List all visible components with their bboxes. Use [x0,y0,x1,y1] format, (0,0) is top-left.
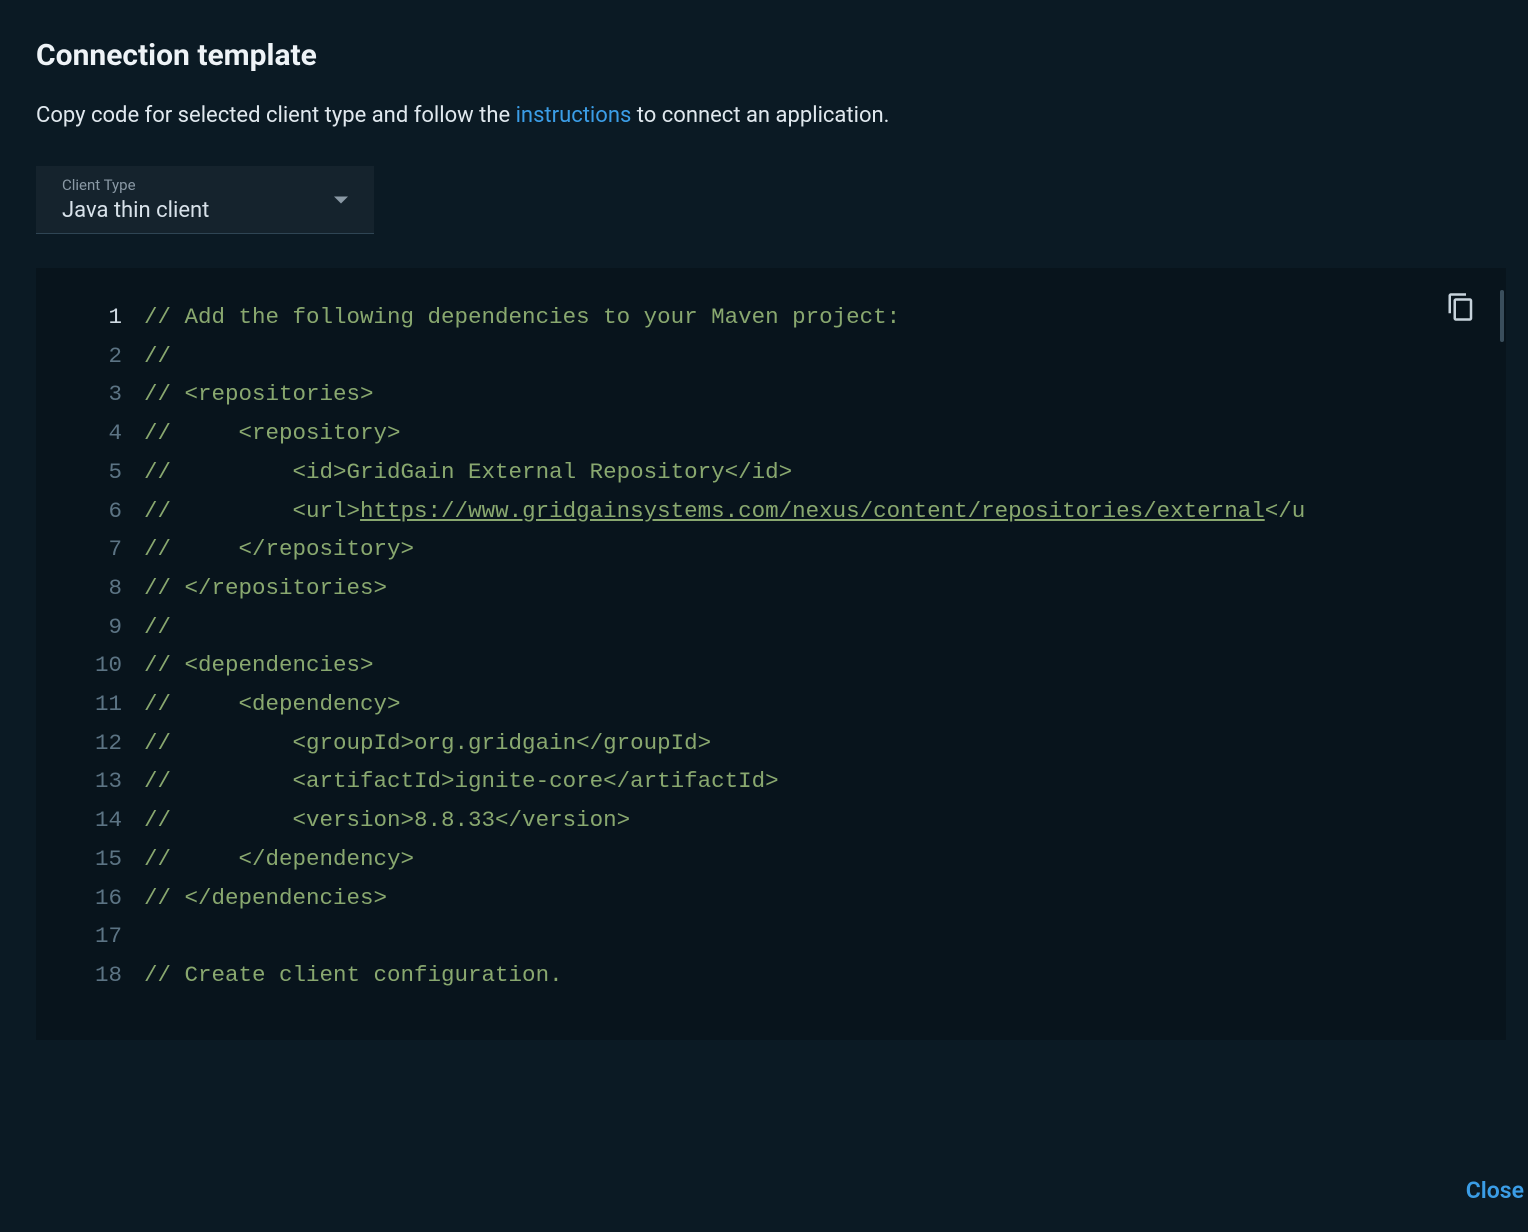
code-line: 2// [36,337,1506,376]
line-number: 11 [36,685,144,724]
line-content: // [144,608,171,647]
line-content: // <id>GridGain External Repository</id> [144,453,792,492]
scrollbar-vertical[interactable] [1500,290,1504,342]
instructions-link[interactable]: instructions [516,103,632,128]
subtitle-text-post: to connect an application. [631,103,889,128]
client-type-value: Java thin client [62,198,356,223]
code-line: 9// [36,608,1506,647]
line-number: 9 [36,608,144,647]
code-line: 18// Create client configuration. [36,956,1506,995]
line-number: 16 [36,879,144,918]
copy-icon [1446,292,1476,322]
line-content: // <url>https://www.gridgainsystems.com/… [144,492,1305,531]
line-content: // </repositories> [144,569,387,608]
line-number: 15 [36,840,144,879]
line-content: // <artifactId>ignite-core</artifactId> [144,762,779,801]
dialog-title: Connection template [36,38,1528,73]
code-line: 8// </repositories> [36,569,1506,608]
line-number: 14 [36,801,144,840]
code-lines-container: 1// Add the following dependencies to yo… [36,298,1506,995]
line-number: 17 [36,917,144,956]
line-number: 18 [36,956,144,995]
code-line: 14// <version>8.8.33</version> [36,801,1506,840]
code-line: 17 [36,917,1506,956]
line-number: 1 [36,298,144,337]
chevron-down-icon [334,196,348,203]
code-line: 15// </dependency> [36,840,1506,879]
line-number: 2 [36,337,144,376]
line-content: // <dependency> [144,685,401,724]
line-content: // <version>8.8.33</version> [144,801,630,840]
close-button[interactable]: Close [1466,1177,1524,1204]
code-line: 6// <url>https://www.gridgainsystems.com… [36,492,1506,531]
line-content: // </dependencies> [144,879,387,918]
client-type-label: Client Type [62,176,356,194]
subtitle-text-pre: Copy code for selected client type and f… [36,103,516,128]
code-line: 4// <repository> [36,414,1506,453]
client-type-select[interactable]: Client Type Java thin client [36,166,374,234]
dialog-subtitle: Copy code for selected client type and f… [36,103,1528,128]
line-number: 10 [36,646,144,685]
code-line: 5// <id>GridGain External Repository</id… [36,453,1506,492]
code-line: 13// <artifactId>ignite-core</artifactId… [36,762,1506,801]
line-number: 13 [36,762,144,801]
line-content: // <repositories> [144,375,374,414]
line-content: // Create client configuration. [144,956,563,995]
line-content: // <repository> [144,414,401,453]
copy-button[interactable] [1446,292,1476,322]
code-line: 7// </repository> [36,530,1506,569]
line-content: // <groupId>org.gridgain</groupId> [144,724,711,763]
line-number: 5 [36,453,144,492]
line-content: // Add the following dependencies to you… [144,298,900,337]
line-number: 6 [36,492,144,531]
line-number: 4 [36,414,144,453]
code-line: 1// Add the following dependencies to yo… [36,298,1506,337]
line-number: 3 [36,375,144,414]
line-content: // </repository> [144,530,414,569]
line-content: // </dependency> [144,840,414,879]
code-line: 11// <dependency> [36,685,1506,724]
line-number: 12 [36,724,144,763]
code-line: 16// </dependencies> [36,879,1506,918]
code-block: 1// Add the following dependencies to yo… [36,268,1506,1040]
line-number: 8 [36,569,144,608]
line-content: // <dependencies> [144,646,374,685]
line-number: 7 [36,530,144,569]
code-line: 10// <dependencies> [36,646,1506,685]
line-content: // [144,337,171,376]
code-line: 3// <repositories> [36,375,1506,414]
connection-template-dialog: Connection template Copy code for select… [36,38,1528,1232]
code-line: 12// <groupId>org.gridgain</groupId> [36,724,1506,763]
